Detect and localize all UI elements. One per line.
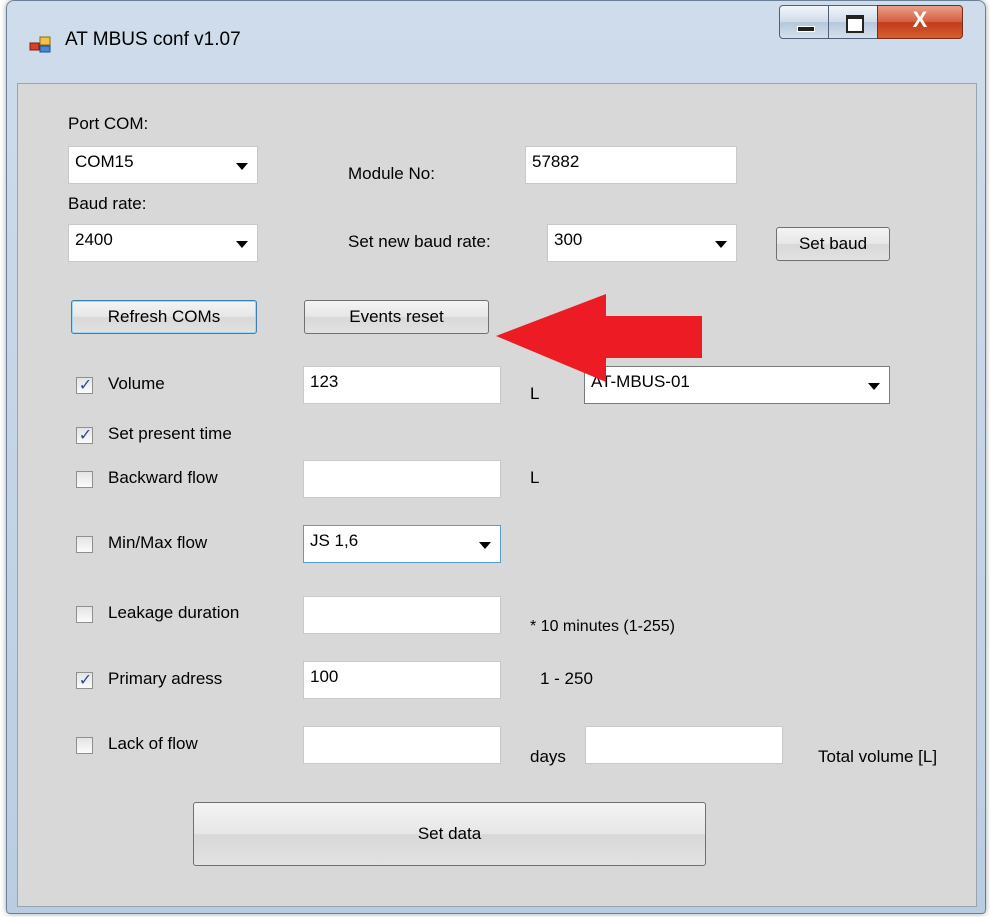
lack-of-flow-unit-label: days [530, 747, 566, 766]
backward-flow-field[interactable] [303, 460, 501, 498]
app-window: AT MBUS conf v1.07 X Port COM: COM15 Bau… [6, 0, 986, 914]
module-no-field[interactable]: 57882 [525, 146, 737, 184]
lack-of-flow-field[interactable] [303, 726, 501, 764]
chevron-down-icon [236, 163, 248, 170]
chevron-down-icon [479, 542, 491, 549]
leakage-duration-field[interactable] [303, 596, 501, 634]
title-bar[interactable]: AT MBUS conf v1.07 X [7, 1, 985, 83]
present-time-label: Set present time [108, 424, 232, 443]
new-baud-label: Set new baud rate: [348, 232, 491, 251]
checkmark-icon: ✓ [78, 427, 93, 444]
maximize-icon [846, 15, 864, 33]
events-reset-button[interactable]: Events reset [304, 300, 489, 334]
primary-address-label: Primary adress [108, 669, 223, 688]
close-icon: X [912, 7, 928, 32]
checkmark-icon: ✓ [78, 672, 93, 689]
port-com-value: COM15 [75, 152, 134, 171]
total-volume-field[interactable] [585, 726, 783, 764]
new-baud-value: 300 [554, 230, 583, 249]
minimize-button[interactable] [779, 5, 829, 39]
chevron-down-icon [236, 241, 248, 248]
volume-label: Volume [108, 374, 165, 393]
primary-address-field[interactable]: 100 [303, 661, 501, 699]
checkmark-icon: ✓ [78, 377, 93, 394]
refresh-coms-button[interactable]: Refresh COMs [71, 300, 257, 334]
new-baud-select[interactable]: 300 [547, 224, 737, 262]
volume-checkbox[interactable]: ✓ [76, 377, 93, 394]
baud-rate-label: Baud rate: [68, 194, 147, 213]
leakage-duration-note: * 10 minutes (1-255) [530, 618, 675, 635]
primary-address-checkbox[interactable]: ✓ [76, 672, 93, 689]
red-arrow-annotation-icon [496, 294, 702, 382]
module-no-label: Module No: [348, 164, 435, 183]
volume-unit-label: L [530, 384, 540, 403]
close-button[interactable]: X [877, 5, 963, 39]
backward-flow-unit-label: L [530, 468, 540, 487]
leakage-duration-checkbox[interactable] [76, 606, 93, 623]
leakage-duration-label: Leakage duration [108, 603, 240, 622]
port-com-select[interactable]: COM15 [68, 146, 258, 184]
baud-rate-value: 2400 [75, 230, 113, 249]
chevron-down-icon [868, 383, 880, 390]
backward-flow-label: Backward flow [108, 468, 218, 487]
port-com-label: Port COM: [68, 114, 149, 133]
backward-flow-checkbox[interactable] [76, 471, 93, 488]
minimize-icon [797, 26, 815, 32]
chevron-down-icon [715, 241, 727, 248]
maximize-button[interactable] [828, 5, 878, 39]
minmax-flow-value: JS 1,6 [310, 531, 359, 550]
lack-of-flow-label: Lack of flow [108, 734, 198, 753]
lack-of-flow-checkbox[interactable] [76, 737, 93, 754]
form-client-area: Port COM: COM15 Baud rate: 2400 Module N… [17, 83, 977, 907]
minmax-flow-checkbox[interactable] [76, 536, 93, 553]
minmax-flow-select[interactable]: JS 1,6 [303, 525, 501, 563]
baud-rate-select[interactable]: 2400 [68, 224, 258, 262]
set-baud-button[interactable]: Set baud [776, 227, 890, 261]
window-title: AT MBUS conf v1.07 [65, 29, 241, 50]
primary-address-range: 1 - 250 [540, 669, 593, 688]
set-data-button[interactable]: Set data [193, 802, 706, 866]
volume-field[interactable]: 123 [303, 366, 501, 404]
total-volume-label: Total volume [L] [818, 747, 938, 766]
app-window-icon [29, 36, 51, 53]
present-time-checkbox[interactable]: ✓ [76, 427, 93, 444]
minmax-flow-label: Min/Max flow [108, 533, 208, 552]
